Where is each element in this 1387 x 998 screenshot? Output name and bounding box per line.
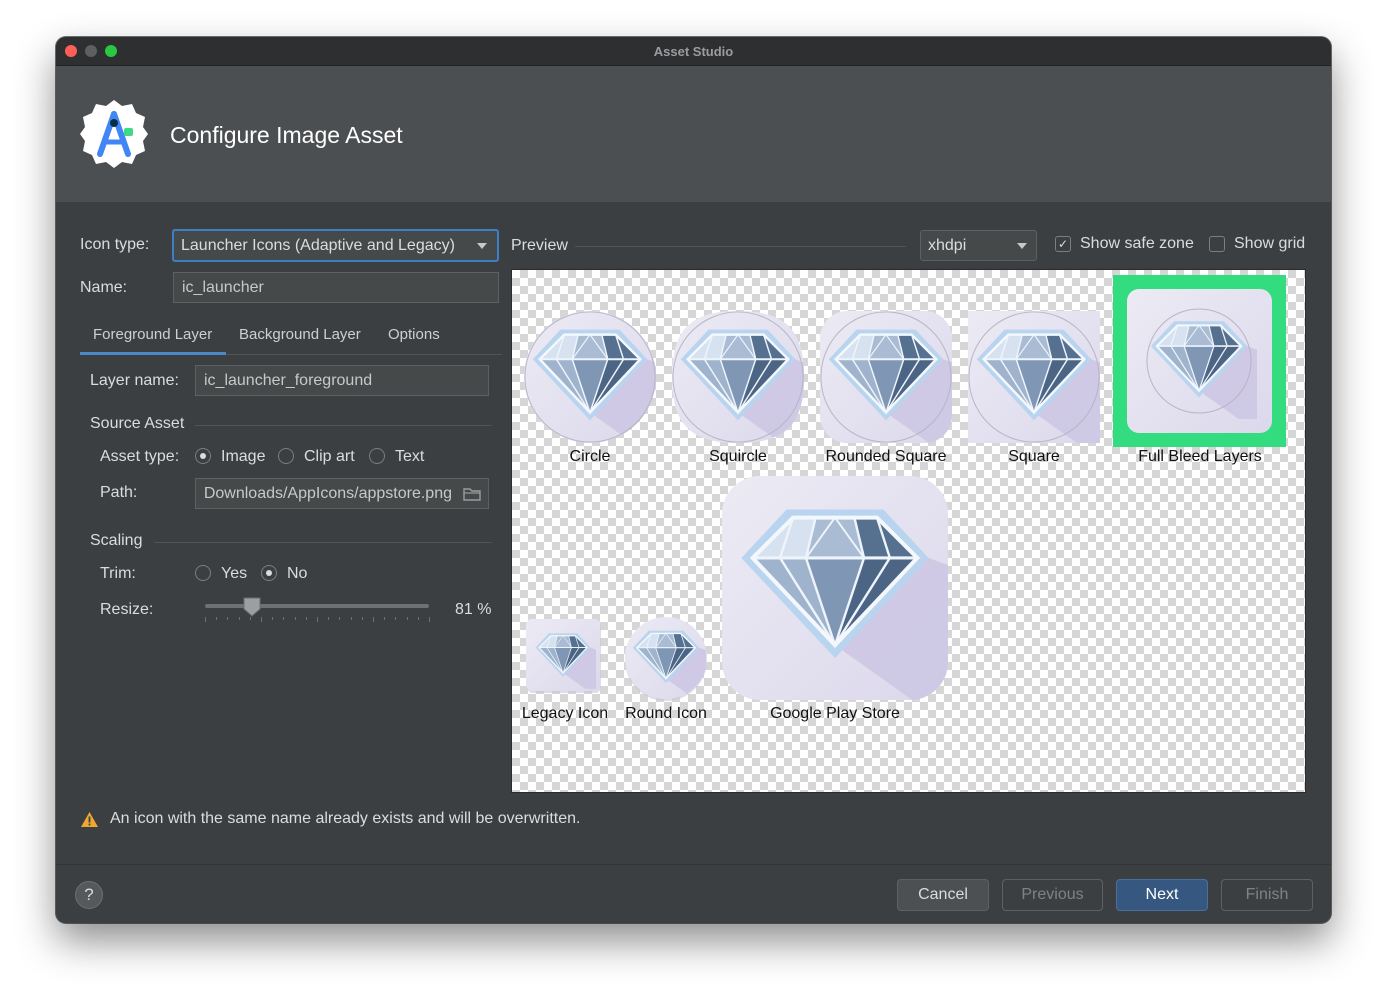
- trim-yes-label: Yes: [221, 565, 248, 582]
- slider-tick: [429, 617, 430, 622]
- path-input[interactable]: Downloads/AppIcons/appstore.png: [195, 478, 489, 509]
- slider-tick: [328, 617, 330, 620]
- density-value: xhdpi: [928, 237, 967, 254]
- wizard-header: Configure Image Asset: [56, 66, 1331, 202]
- path-value: Downloads/AppIcons/appstore.png: [203, 485, 452, 502]
- asset-studio-window: Asset Studio Configure Image Asset Icon …: [56, 37, 1331, 923]
- trim-yes-radio[interactable]: [195, 565, 211, 581]
- cancel-button[interactable]: Cancel: [897, 879, 989, 911]
- slider-tick: [238, 617, 240, 620]
- square-icon-preview: [967, 310, 1101, 444]
- slider-tick: [350, 617, 352, 620]
- slider-tick: [373, 617, 374, 622]
- rounded-square-caption: Rounded Square: [825, 448, 947, 465]
- preview-heading: Preview: [511, 237, 568, 254]
- slider-tick: [249, 617, 251, 620]
- tab-foreground-layer[interactable]: Foreground Layer: [93, 326, 212, 343]
- squircle-caption: Squircle: [709, 448, 767, 465]
- scaling-divider: [154, 542, 492, 543]
- name-label: Name:: [80, 279, 128, 296]
- full-bleed-layers-caption: Full Bleed Layers: [1138, 448, 1262, 465]
- overwrite-warning-text: An icon with the same name already exist…: [110, 810, 581, 827]
- asset-type-clipart-radio[interactable]: [278, 448, 294, 464]
- square-caption: Square: [1008, 448, 1060, 465]
- tab-options[interactable]: Options: [388, 326, 440, 343]
- trim-no-label: No: [287, 565, 308, 582]
- asset-type-clipart-label: Clip art: [304, 448, 355, 465]
- source-asset-heading: Source Asset: [90, 415, 185, 432]
- layer-name-input[interactable]: ic_launcher_foreground: [195, 365, 489, 396]
- page-title: Configure Image Asset: [170, 122, 403, 148]
- slider-tick: [395, 617, 397, 620]
- icon-type-value: Launcher Icons (Adaptive and Legacy): [181, 237, 455, 254]
- tab-background-layer[interactable]: Background Layer: [239, 326, 361, 343]
- show-grid-label: Show grid: [1234, 235, 1306, 252]
- next-button[interactable]: Next: [1116, 879, 1208, 911]
- chevron-down-icon: [1017, 243, 1027, 249]
- help-button[interactable]: ?: [75, 881, 103, 909]
- legacy-icon-preview: [526, 619, 601, 693]
- chevron-down-icon: [477, 243, 487, 249]
- slider-ticks: [205, 617, 430, 622]
- round-icon-caption: Round Icon: [625, 705, 707, 722]
- slider-tick: [339, 617, 341, 620]
- slider-tick: [305, 617, 307, 620]
- icon-type-dropdown[interactable]: Launcher Icons (Adaptive and Legacy): [172, 229, 499, 262]
- warning-icon: [81, 812, 98, 827]
- resize-value: 81 %: [455, 601, 492, 618]
- tab-selected-indicator: [80, 352, 226, 355]
- icon-type-label: Icon type:: [80, 236, 150, 253]
- name-input[interactable]: ic_launcher: [173, 272, 499, 303]
- slider-tick: [317, 617, 318, 622]
- layer-name-label: Layer name:: [90, 372, 179, 389]
- slider-tick: [417, 617, 419, 620]
- slider-tick: [406, 617, 408, 620]
- asset-type-image-label: Image: [221, 448, 266, 465]
- density-dropdown[interactable]: xhdpi: [920, 230, 1037, 261]
- slider-tick: [216, 617, 218, 620]
- path-label: Path:: [100, 484, 138, 501]
- scaling-heading: Scaling: [90, 532, 143, 549]
- trim-label: Trim:: [100, 565, 136, 582]
- asset-type-label: Asset type:: [100, 448, 180, 465]
- round-icon-preview: [625, 617, 707, 701]
- previous-button[interactable]: Previous: [1002, 879, 1103, 911]
- full-bleed-layers-icon-preview: [1127, 289, 1272, 433]
- android-studio-logo-icon: [80, 100, 148, 168]
- resize-label: Resize:: [100, 601, 154, 618]
- circle-caption: Circle: [569, 448, 611, 465]
- show-safe-zone-label: Show safe zone: [1080, 235, 1194, 252]
- preview-pane: Circle Squircle Rounded Square Square Fu…: [511, 269, 1306, 793]
- rounded-square-icon-preview: [819, 310, 953, 444]
- slider-tick: [283, 617, 285, 620]
- trim-no-radio[interactable]: [261, 565, 277, 581]
- asset-type-image-radio[interactable]: [195, 448, 211, 464]
- finish-button[interactable]: Finish: [1221, 879, 1313, 911]
- preview-divider: [575, 246, 906, 247]
- slider-tick: [227, 617, 229, 620]
- source-asset-divider: [195, 425, 492, 426]
- resize-slider[interactable]: [205, 597, 430, 623]
- legacy-icon-caption: Legacy Icon: [521, 705, 609, 722]
- slider-tick: [361, 617, 363, 620]
- show-grid-checkbox[interactable]: [1209, 236, 1225, 252]
- slider-tick: [272, 617, 274, 620]
- slider-thumb[interactable]: [243, 597, 261, 617]
- slider-tick: [205, 617, 206, 622]
- folder-icon[interactable]: [463, 487, 481, 501]
- asset-type-text-label: Text: [395, 448, 425, 465]
- slider-tick: [294, 617, 296, 620]
- slider-track: [205, 604, 429, 608]
- google-play-store-caption: Google Play Store: [770, 705, 900, 722]
- slider-tick: [261, 617, 262, 622]
- slider-tick: [384, 617, 386, 620]
- window-title: Asset Studio: [653, 44, 734, 59]
- circle-icon-preview: [523, 310, 657, 444]
- google-play-store-icon-preview: [722, 476, 948, 700]
- show-safe-zone-checkbox[interactable]: ✓: [1055, 236, 1071, 252]
- footer-divider: [56, 864, 1331, 865]
- squircle-icon-preview: [671, 310, 805, 444]
- asset-type-text-radio[interactable]: [369, 448, 385, 464]
- title-bar: Asset Studio: [56, 37, 1331, 66]
